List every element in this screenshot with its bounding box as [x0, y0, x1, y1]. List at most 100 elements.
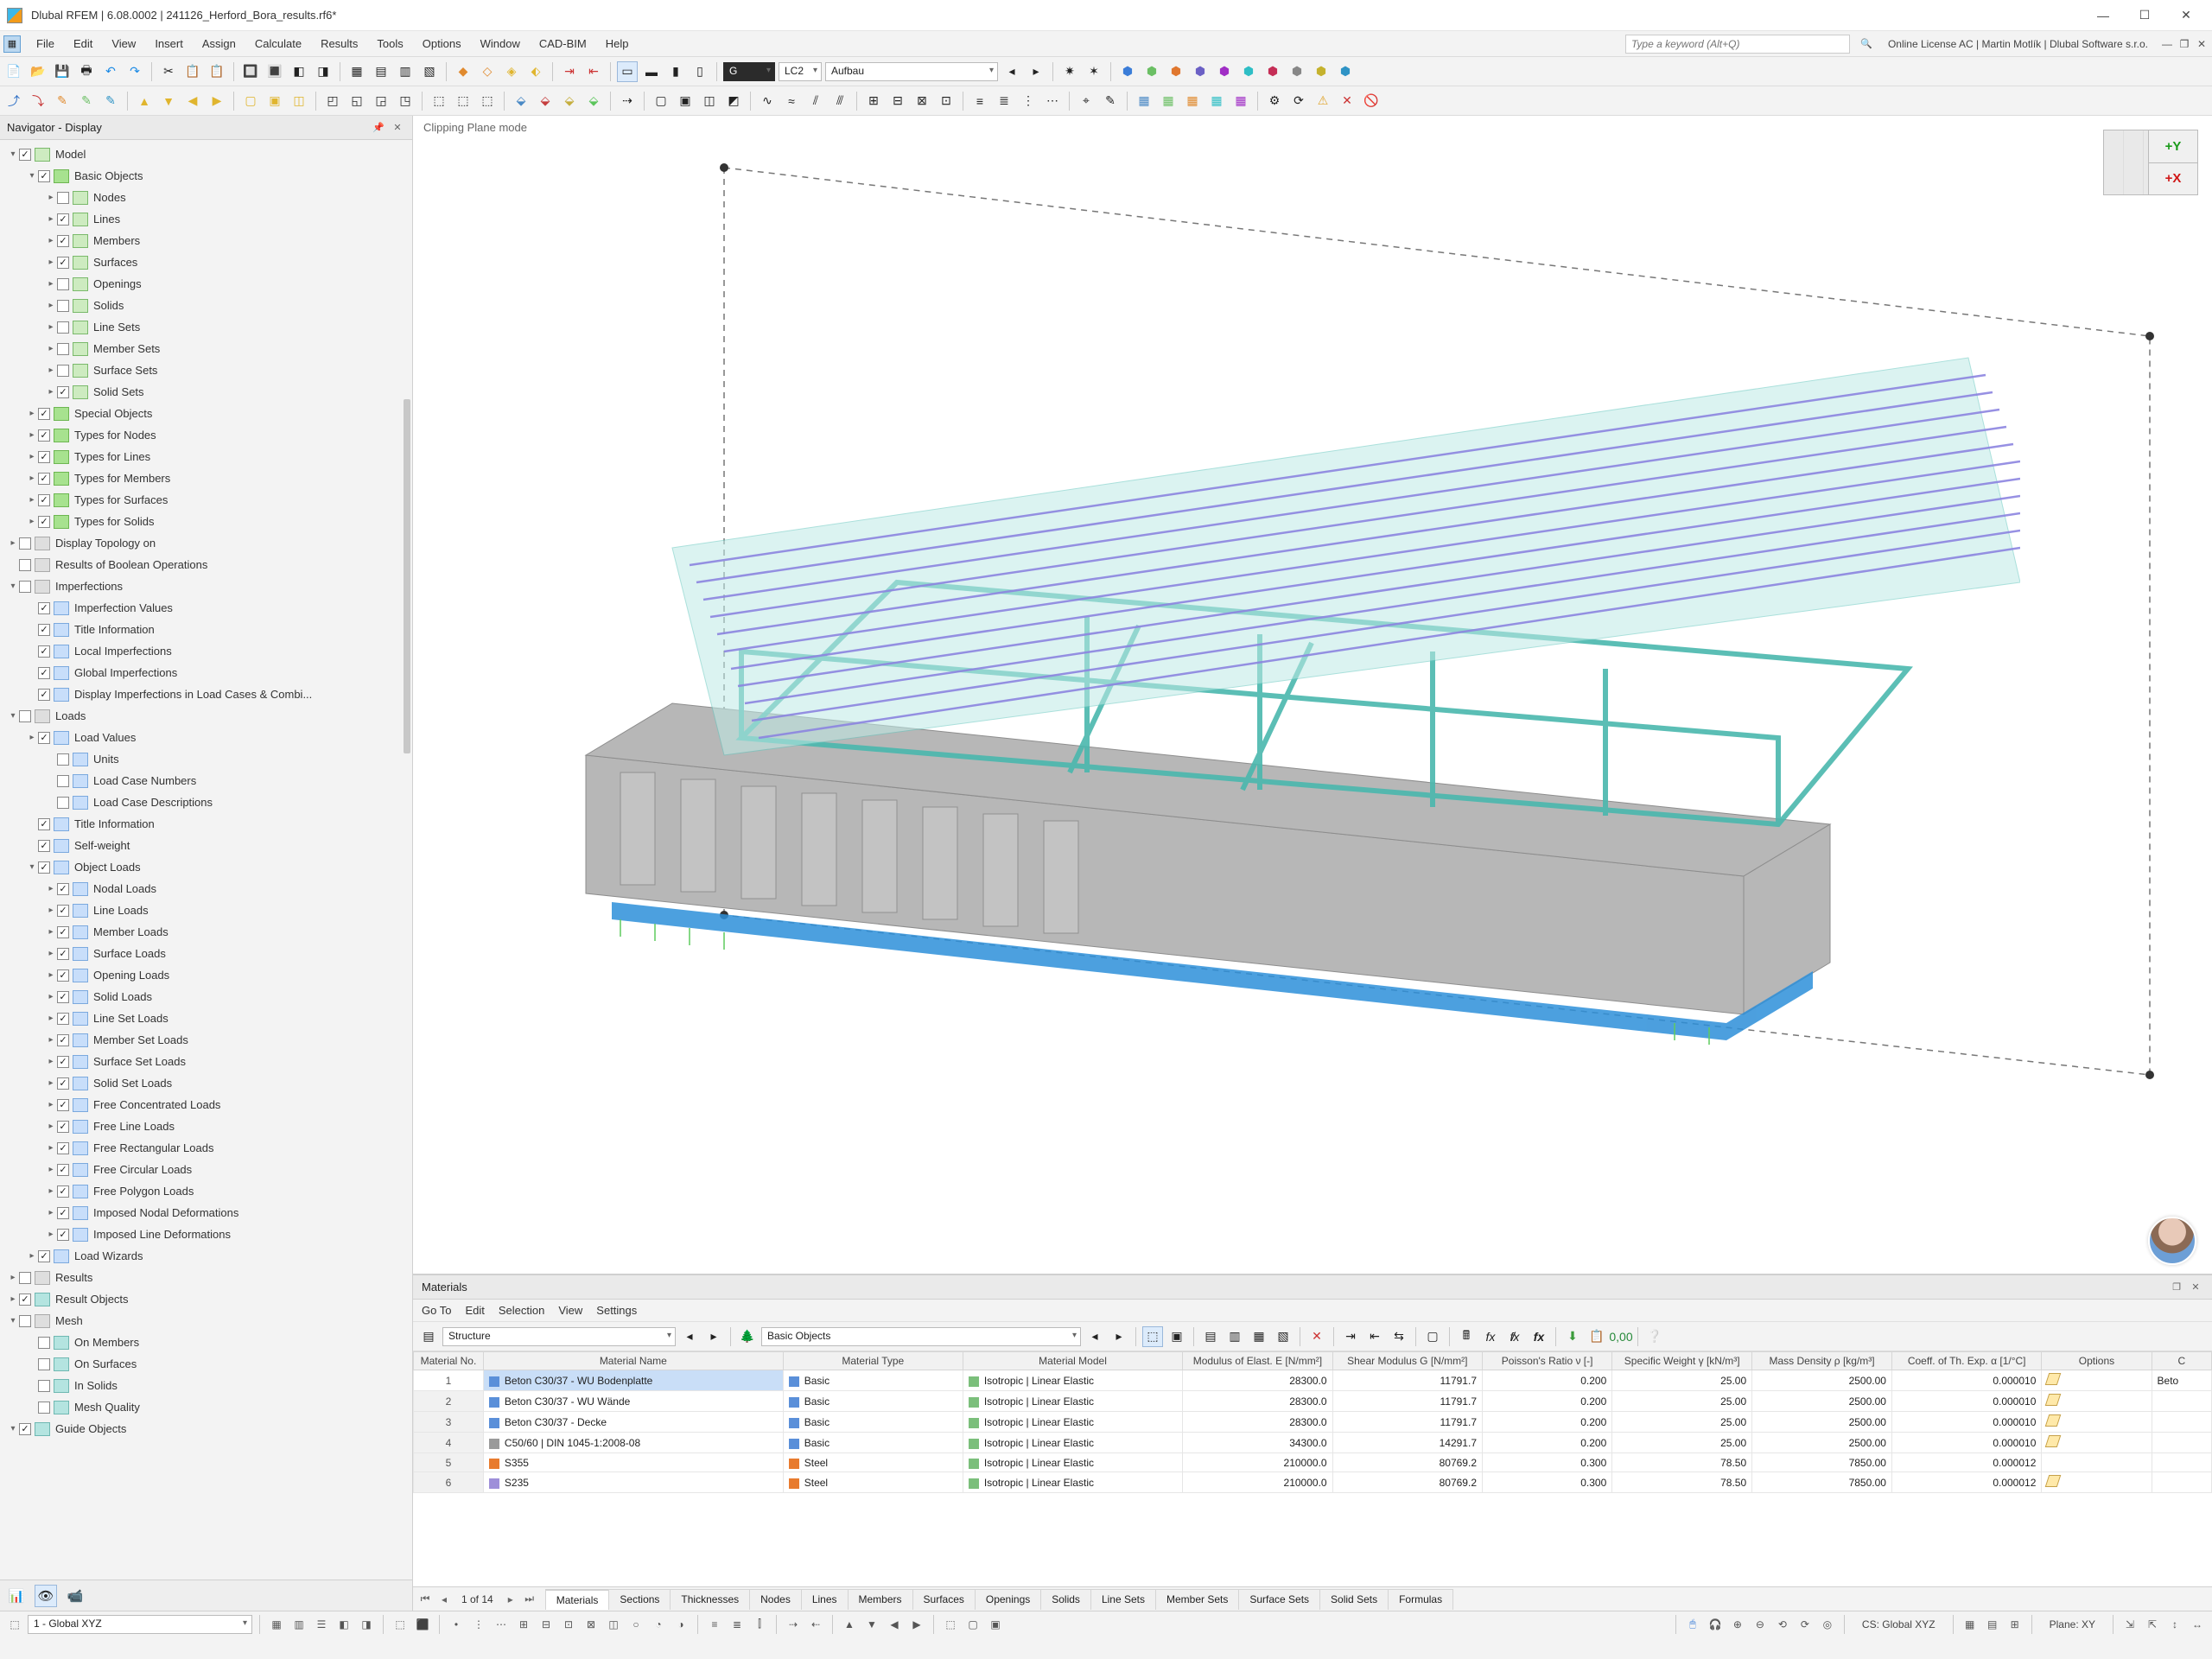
tree-node[interactable]: ▸Line Sets: [2, 316, 410, 338]
tree-node[interactable]: ▸Member Set Loads: [2, 1029, 410, 1051]
prev-icon[interactable]: ◂: [1001, 61, 1022, 82]
tb-icon[interactable]: ◆: [453, 61, 474, 82]
cs-combo[interactable]: 1 - Global XYZ: [28, 1615, 252, 1634]
sb-icon[interactable]: ▦: [1961, 1615, 1980, 1634]
sb-icon[interactable]: ⟲: [1773, 1615, 1792, 1634]
sb-icon[interactable]: ○: [626, 1615, 645, 1634]
sb-icon[interactable]: ▦: [267, 1615, 286, 1634]
tb-icon[interactable]: ◳: [395, 91, 416, 111]
nav-tab-display-icon[interactable]: 👁: [35, 1585, 57, 1607]
new-icon[interactable]: 📄: [3, 61, 24, 82]
sb-icon[interactable]: ≡: [705, 1615, 724, 1634]
menu-view[interactable]: View: [103, 34, 144, 54]
tree-node[interactable]: ▸Types for Lines: [2, 446, 410, 467]
tb-icon[interactable]: ≈: [781, 91, 802, 111]
mdi-close-icon[interactable]: ✕: [2195, 38, 2209, 50]
tree-node[interactable]: ▸Free Rectangular Loads: [2, 1137, 410, 1159]
load-group-combo[interactable]: G: [723, 62, 775, 81]
tree-node[interactable]: Global Imperfections: [2, 662, 410, 683]
tree-node[interactable]: ▸Nodes: [2, 187, 410, 208]
tb-icon[interactable]: ✎: [1100, 91, 1121, 111]
mat-tree-icon[interactable]: 🌲: [737, 1326, 758, 1347]
sb-icon[interactable]: ⊠: [582, 1615, 601, 1634]
mat-tab[interactable]: Surfaces: [912, 1589, 976, 1610]
tb-icon[interactable]: ⌖: [1076, 91, 1096, 111]
tb-icon[interactable]: ⬢: [1166, 61, 1186, 82]
tb-icon[interactable]: ✶: [1084, 61, 1104, 82]
tb-icon[interactable]: ⊟: [887, 91, 908, 111]
tb-icon[interactable]: ▣: [675, 91, 696, 111]
tb-icon[interactable]: ▢: [651, 91, 671, 111]
tb-icon[interactable]: ⋯: [1042, 91, 1063, 111]
tb-icon[interactable]: ▲: [134, 91, 155, 111]
tb-icon[interactable]: ⚙: [1264, 91, 1285, 111]
tb-icon[interactable]: ⬙: [535, 91, 556, 111]
materials-table[interactable]: Material No. Material Name Material Type…: [413, 1351, 2212, 1586]
sb-icon[interactable]: ▲: [840, 1615, 859, 1634]
table-row[interactable]: 1 Beton C30/37 - WU Bodenplatte Basic Is…: [414, 1370, 2212, 1391]
maximize-button[interactable]: ☐: [2126, 3, 2164, 28]
axis-x-button[interactable]: +X: [2149, 163, 2197, 195]
tb-icon[interactable]: ✕: [1337, 91, 1357, 111]
sb-icon[interactable]: 🖱: [1683, 1615, 1702, 1634]
tree-node[interactable]: Mesh Quality: [2, 1396, 410, 1418]
tree-node[interactable]: ▸Solids: [2, 295, 410, 316]
sb-icon[interactable]: ⊞: [514, 1615, 533, 1634]
sb-icon[interactable]: ◔: [649, 1615, 668, 1634]
tree-node[interactable]: ▸Types for Nodes: [2, 424, 410, 446]
sb-icon[interactable]: ⊖: [1751, 1615, 1770, 1634]
panel-restore-icon[interactable]: ❐: [2169, 1280, 2184, 1295]
mat-fx-icon[interactable]: fx: [1480, 1326, 1501, 1347]
mat-tb-icon[interactable]: ▥: [1224, 1326, 1245, 1347]
edit-icon[interactable]: [2045, 1373, 2062, 1385]
mat-fx2-icon[interactable]: f̸x: [1504, 1326, 1525, 1347]
tree-node[interactable]: Results of Boolean Operations: [2, 554, 410, 575]
tb-icon[interactable]: ⬢: [1262, 61, 1283, 82]
tb-icon[interactable]: ▦: [1158, 91, 1179, 111]
menu-tools[interactable]: Tools: [368, 34, 411, 54]
sb-icon[interactable]: ⫿: [750, 1615, 769, 1634]
mat-menu-view[interactable]: View: [558, 1304, 582, 1317]
axis-navigator[interactable]: +Y +X: [2103, 130, 2198, 195]
next-icon[interactable]: ▸: [1109, 1326, 1129, 1347]
sb-icon[interactable]: ↕: [2165, 1615, 2184, 1634]
tb-icon[interactable]: ⟳: [1288, 91, 1309, 111]
tb-icon[interactable]: ▼: [158, 91, 179, 111]
tree-node[interactable]: Local Imperfections: [2, 640, 410, 662]
sb-icon[interactable]: ⋯: [492, 1615, 511, 1634]
mat-tab[interactable]: Sections: [608, 1589, 671, 1610]
tb-icon[interactable]: ⚠: [1313, 91, 1333, 111]
mdi-minimize-icon[interactable]: —: [2160, 38, 2174, 50]
load-case-combo[interactable]: LC2: [779, 62, 822, 81]
sb-icon[interactable]: ⬚: [941, 1615, 960, 1634]
tree-node[interactable]: ▸Surfaces: [2, 251, 410, 273]
sb-icon[interactable]: ▤: [1983, 1615, 2002, 1634]
tree-node[interactable]: ▸Member Loads: [2, 921, 410, 943]
pin-icon[interactable]: 📌: [371, 120, 386, 136]
page-last-icon[interactable]: ⏭: [523, 1592, 537, 1605]
close-button[interactable]: ✕: [2167, 3, 2205, 28]
tb-icon[interactable]: ⬙: [559, 91, 580, 111]
mat-tb-icon[interactable]: ▧: [1273, 1326, 1294, 1347]
sb-icon[interactable]: •: [447, 1615, 466, 1634]
prev-icon[interactable]: ◂: [679, 1326, 700, 1347]
mat-tb-icon[interactable]: 📋: [1586, 1326, 1607, 1347]
sb-icon[interactable]: ◑: [671, 1615, 690, 1634]
tb-icon[interactable]: ∿: [757, 91, 778, 111]
tb-icon[interactable]: ⇢: [617, 91, 638, 111]
mat-tb-icon[interactable]: ⇥: [1340, 1326, 1361, 1347]
nav-tab-data-icon[interactable]: 📊: [5, 1585, 28, 1607]
tree-node[interactable]: ▾Basic Objects: [2, 165, 410, 187]
sb-icon[interactable]: ◫: [604, 1615, 623, 1634]
menu-insert[interactable]: Insert: [146, 34, 192, 54]
tb-icon[interactable]: ⇤: [583, 61, 604, 82]
page-prev-icon[interactable]: ◂: [437, 1593, 451, 1605]
sb-icon[interactable]: ⟳: [1796, 1615, 1815, 1634]
tree-node[interactable]: ▾Imperfections: [2, 575, 410, 597]
mat-tb-icon[interactable]: ⬇: [1562, 1326, 1583, 1347]
tb-icon[interactable]: ⬚: [453, 91, 474, 111]
mat-tab[interactable]: Solid Sets: [1319, 1589, 1389, 1610]
sb-icon[interactable]: ⊟: [537, 1615, 556, 1634]
tb-icon[interactable]: ⬢: [1117, 61, 1138, 82]
menu-calculate[interactable]: Calculate: [246, 34, 310, 54]
